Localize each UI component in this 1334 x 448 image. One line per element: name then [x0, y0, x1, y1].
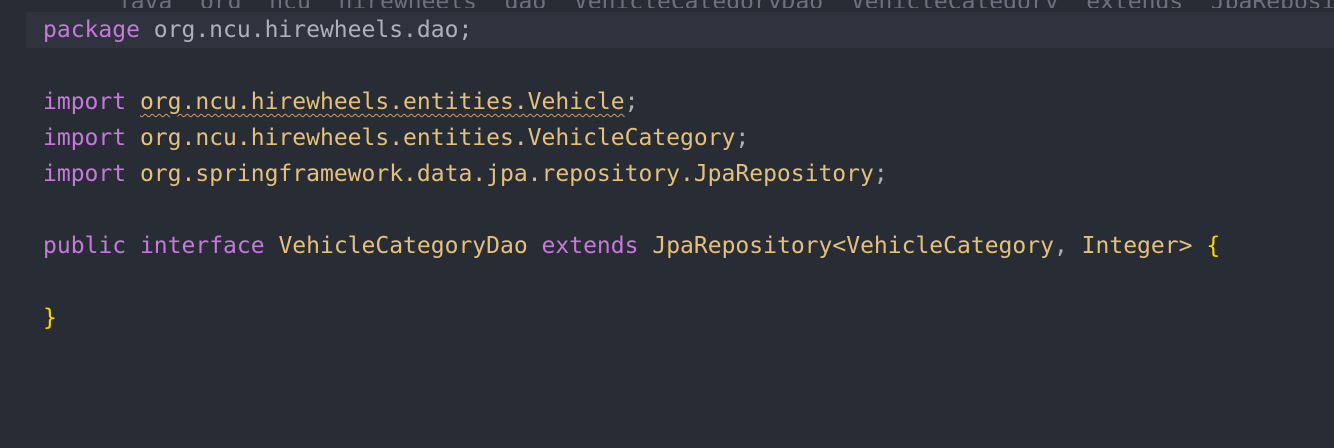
- keyword-import: import: [43, 161, 127, 187]
- package-statement: package org.ncu.hirewheels.dao;: [43, 12, 472, 48]
- keyword-public: public: [43, 233, 127, 259]
- previous-line-text: java org ncu hirewheels dao VehicleCateg…: [75, 0, 1334, 8]
- type-argument-1: VehicleCategory: [846, 233, 1054, 259]
- semicolon: ;: [458, 17, 473, 43]
- code-line-closing-brace[interactable]: }: [0, 300, 1334, 336]
- semicolon: ;: [624, 89, 639, 115]
- interface-name: VehicleCategoryDao: [278, 233, 528, 259]
- code-line-import-vehicle[interactable]: import org.ncu.hirewheels.entities.Vehic…: [0, 84, 1334, 120]
- code-line-import-vehicle-category[interactable]: import org.ncu.hirewheels.entities.Vehic…: [0, 120, 1334, 156]
- import-path: org.springframework.data.jpa.repository.…: [139, 161, 874, 187]
- code-line-interface-declaration[interactable]: public interface VehicleCategoryDao exte…: [0, 228, 1334, 264]
- code-line-import-jpa-repository[interactable]: import org.springframework.data.jpa.repo…: [0, 156, 1334, 192]
- keyword-import: import: [43, 125, 127, 151]
- semicolon: ;: [873, 161, 888, 187]
- package-name: org.ncu.hirewheels.dao: [153, 17, 459, 43]
- super-type: JpaRepository: [652, 233, 833, 259]
- code-line-package[interactable]: package org.ncu.hirewheels.dao;: [26, 12, 1334, 48]
- keyword-extends: extends: [541, 233, 639, 259]
- import-statement: import org.ncu.hirewheels.entities.Vehic…: [43, 84, 638, 120]
- open-brace: {: [1206, 233, 1221, 259]
- semicolon: ;: [735, 125, 750, 151]
- import-statement: import org.ncu.hirewheels.entities.Vehic…: [43, 120, 749, 156]
- type-argument-2: Integer: [1081, 233, 1179, 259]
- close-brace: }: [43, 305, 57, 331]
- keyword-package: package: [43, 17, 140, 43]
- interface-declaration: public interface VehicleCategoryDao exte…: [43, 228, 1220, 264]
- keyword-import: import: [43, 89, 127, 115]
- import-statement: import org.springframework.data.jpa.repo…: [43, 156, 888, 192]
- generic-close: >: [1178, 233, 1193, 259]
- import-path: org.ncu.hirewheels.entities.VehicleCateg…: [139, 125, 736, 151]
- code-editor[interactable]: java org ncu hirewheels dao VehicleCateg…: [0, 0, 1334, 448]
- import-path-with-warning[interactable]: org.ncu.hirewheels.entities.Vehicle: [140, 89, 625, 115]
- closing-brace-statement: }: [43, 300, 57, 336]
- previous-line-fragment: java org ncu hirewheels dao VehicleCateg…: [0, 0, 1334, 8]
- generic-open: <: [832, 233, 847, 259]
- comma: ,: [1053, 233, 1068, 259]
- keyword-interface: interface: [139, 233, 265, 259]
